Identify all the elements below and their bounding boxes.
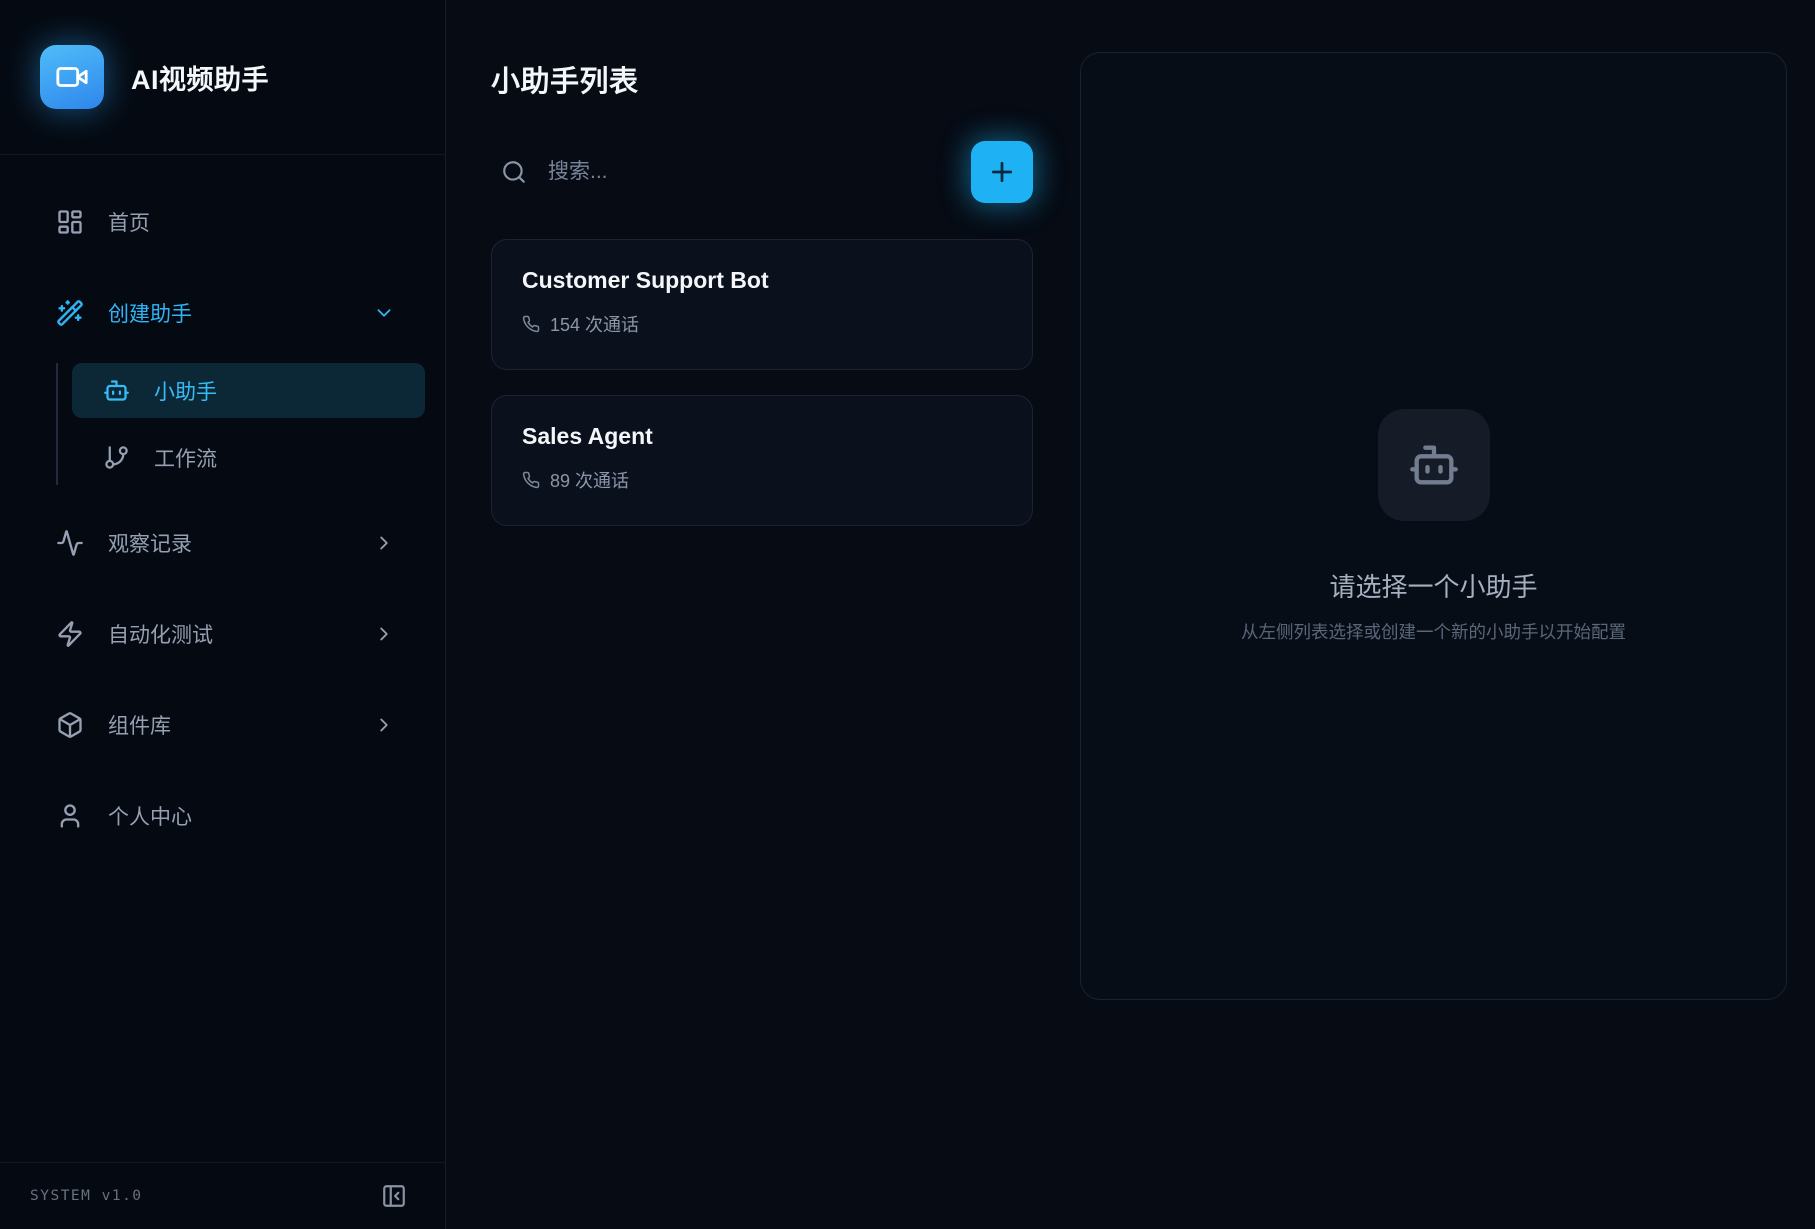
sidebar-footer: SYSTEM v1.0 [0, 1162, 445, 1229]
assistant-call-count: 89 次通话 [550, 467, 629, 493]
assistant-meta: 89 次通话 [522, 467, 1002, 493]
bot-icon [1408, 439, 1460, 491]
sidebar-item-component-library[interactable]: 组件库 [20, 697, 425, 753]
main-content: 小助手列表 Customer Support Bot [446, 0, 1815, 1229]
bot-icon [103, 377, 130, 404]
phone-icon [522, 315, 540, 333]
assistant-card[interactable]: Customer Support Bot 154 次通话 [491, 239, 1033, 370]
sidebar-subitem-assistant[interactable]: 小助手 [72, 363, 425, 418]
chevron-right-icon [373, 714, 395, 736]
sidebar: AI视频助手 首页 创建助手 [0, 0, 446, 1229]
wand-sparkles-icon [56, 299, 84, 327]
activity-icon [56, 529, 84, 557]
empty-state-icon-box [1378, 409, 1490, 521]
chevron-right-icon [373, 623, 395, 645]
search-input[interactable] [546, 159, 971, 185]
plus-icon [987, 157, 1017, 187]
search-row [491, 140, 1033, 204]
sidebar-nav: 首页 创建助手 小助手 [0, 155, 445, 1162]
assistant-meta: 154 次通话 [522, 311, 1002, 337]
sidebar-item-create-assistant[interactable]: 创建助手 [20, 285, 425, 341]
dashboard-icon [56, 208, 84, 236]
assistant-card[interactable]: Sales Agent 89 次通话 [491, 395, 1033, 526]
app-title: AI视频助手 [131, 58, 269, 97]
collapse-sidebar-button[interactable] [381, 1183, 407, 1209]
user-icon [56, 802, 84, 830]
box-icon [56, 711, 84, 739]
assistant-detail-panel: 请选择一个小助手 从左侧列表选择或创建一个新的小助手以开始配置 [1080, 52, 1787, 1000]
assistant-name: Customer Support Bot [522, 267, 1002, 294]
sidebar-item-label: 个人中心 [108, 801, 192, 831]
assistant-list-column: 小助手列表 Customer Support Bot [491, 52, 1033, 1229]
sidebar-item-label: 自动化测试 [108, 619, 213, 649]
chevron-right-icon [373, 532, 395, 554]
create-assistant-submenu: 小助手 工作流 [72, 363, 425, 485]
logo-section: AI视频助手 [0, 0, 445, 155]
empty-state-title: 请选择一个小助手 [1329, 567, 1537, 604]
sidebar-subitem-label: 工作流 [154, 443, 217, 473]
sidebar-item-home[interactable]: 首页 [20, 194, 425, 250]
search-icon [501, 159, 527, 185]
sidebar-item-label: 首页 [108, 207, 150, 237]
zap-icon [56, 620, 84, 648]
app-logo [40, 45, 104, 109]
sidebar-subitem-label: 小助手 [154, 376, 217, 406]
assistant-name: Sales Agent [522, 423, 1002, 450]
sidebar-item-observation-records[interactable]: 观察记录 [20, 515, 425, 571]
panel-left-close-icon [381, 1183, 407, 1209]
chevron-down-icon [373, 302, 395, 324]
sidebar-item-automated-testing[interactable]: 自动化测试 [20, 606, 425, 662]
assistant-cards: Customer Support Bot 154 次通话 Sales Agent [491, 239, 1033, 526]
empty-state-subtitle: 从左侧列表选择或创建一个新的小助手以开始配置 [1241, 619, 1626, 644]
app-window: AI视频助手 首页 创建助手 [0, 0, 1815, 1229]
assistant-call-count: 154 次通话 [550, 311, 639, 337]
system-version-label: SYSTEM v1.0 [30, 1188, 143, 1204]
page-title: 小助手列表 [491, 58, 1033, 100]
sidebar-item-personal-center[interactable]: 个人中心 [20, 788, 425, 844]
sidebar-item-label: 创建助手 [108, 298, 192, 328]
add-assistant-button[interactable] [971, 141, 1033, 203]
sidebar-item-label: 组件库 [108, 710, 171, 740]
phone-icon [522, 471, 540, 489]
sidebar-item-label: 观察记录 [108, 528, 192, 558]
sidebar-subitem-workflow[interactable]: 工作流 [72, 430, 425, 485]
git-branch-icon [103, 444, 130, 471]
video-camera-icon [55, 60, 89, 94]
